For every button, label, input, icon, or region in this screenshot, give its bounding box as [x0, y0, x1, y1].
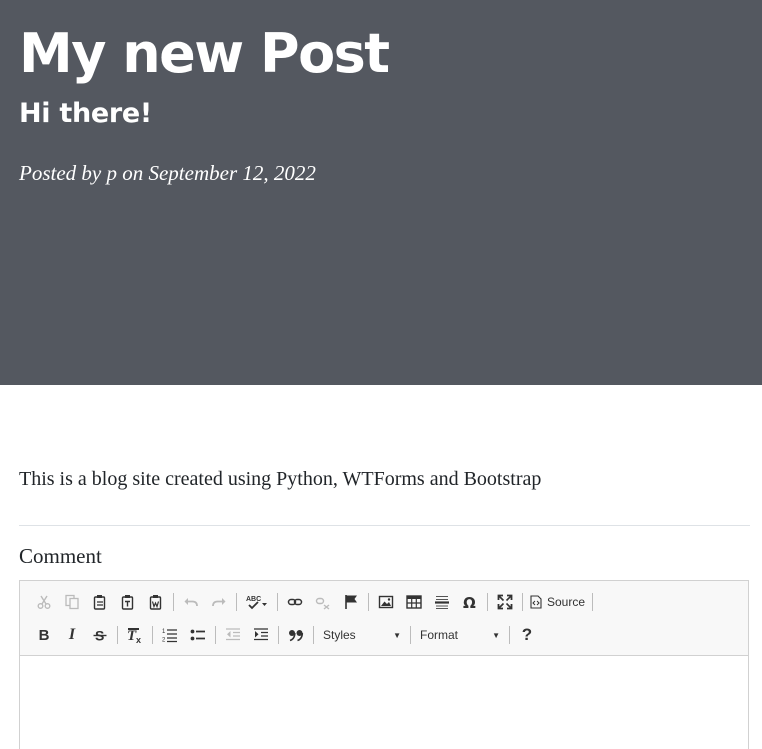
bold-button[interactable]: B [30, 622, 58, 648]
numbered-list-icon: 12 [162, 629, 177, 644]
comment-label: Comment [19, 544, 102, 568]
outdent-icon [226, 628, 240, 641]
toolbar-separator [487, 593, 488, 611]
bold-icon: B [38, 626, 50, 644]
toolbar-separator [410, 626, 411, 644]
svg-text:x: x [136, 635, 141, 643]
source-icon [530, 595, 542, 609]
svg-text:Ω: Ω [463, 594, 476, 610]
post-subtitle: Hi there! [19, 98, 152, 129]
toolbar-separator [173, 593, 174, 611]
post-body: This is a blog site created using Python… [19, 468, 542, 490]
toolbar-separator [277, 593, 278, 611]
toolbar-separator [152, 626, 153, 644]
svg-text:ABC: ABC [246, 596, 261, 603]
copy-icon [65, 594, 79, 610]
styles-label: Styles [323, 628, 356, 642]
numbered-list-button[interactable]: 12 [156, 622, 184, 648]
remove-format-button[interactable]: Tx [121, 622, 149, 648]
bulleted-list-button[interactable] [184, 622, 212, 648]
special-char-button[interactable]: Ω [456, 589, 484, 615]
indent-button[interactable] [247, 622, 275, 648]
toolbar-separator [592, 593, 594, 611]
maximize-icon [497, 594, 513, 610]
editor-toolbar: ABC Ω Source B I S Tx 12 Styles ▼ Format… [20, 581, 748, 656]
editor-content-area[interactable] [20, 656, 748, 749]
anchor-button[interactable] [337, 589, 365, 615]
styles-dropdown[interactable]: Styles ▼ [317, 623, 407, 647]
maximize-button[interactable] [491, 589, 519, 615]
spellcheck-icon: ABC [246, 596, 267, 610]
toolbar-separator [368, 593, 369, 611]
paste-from-word-icon [149, 595, 162, 610]
post-masthead: My new Post Hi there! Posted by p on Sep… [0, 0, 762, 385]
cut-icon [37, 595, 51, 609]
paste-icon [93, 595, 106, 610]
strike-button[interactable]: S [86, 622, 114, 648]
toolbar-row-1: ABC Ω Source [30, 588, 596, 616]
cut-button[interactable] [30, 589, 58, 615]
divider [19, 525, 750, 526]
undo-button[interactable] [177, 589, 205, 615]
toolbar-row-2: B I S Tx 12 Styles ▼ Format ▼ ? [30, 621, 541, 649]
redo-icon [212, 598, 226, 607]
post-meta: Posted by p on September 12, 2022 [19, 161, 316, 185]
paste-button[interactable] [86, 589, 114, 615]
post-title: My new Post [19, 22, 390, 85]
horizontal-rule-icon [435, 596, 449, 609]
undo-icon [184, 598, 198, 607]
link-icon [287, 598, 303, 606]
format-dropdown[interactable]: Format ▼ [414, 623, 506, 647]
paste-text-button[interactable] [114, 589, 142, 615]
redo-button[interactable] [205, 589, 233, 615]
image-button[interactable] [372, 589, 400, 615]
horizontal-rule-button[interactable] [428, 589, 456, 615]
unlink-button[interactable] [309, 589, 337, 615]
toolbar-separator [236, 593, 237, 611]
paste-from-word-button[interactable] [142, 589, 170, 615]
italic-icon: I [68, 626, 76, 643]
remove-format-icon: Tx [127, 628, 141, 643]
help-button[interactable]: ? [513, 622, 541, 648]
chevron-down-icon: ▼ [492, 630, 500, 640]
toolbar-separator [117, 626, 118, 644]
outdent-button[interactable] [219, 622, 247, 648]
copy-button[interactable] [58, 589, 86, 615]
toolbar-separator [522, 593, 523, 611]
anchor-icon [345, 595, 357, 609]
blockquote-icon [289, 630, 304, 642]
svg-text:2: 2 [162, 638, 166, 644]
comment-editor: ABC Ω Source B I S Tx 12 Styles ▼ Format… [19, 580, 749, 749]
toolbar-separator [509, 626, 510, 644]
spellcheck-button[interactable]: ABC [240, 589, 274, 615]
source-button[interactable]: Source [526, 589, 589, 615]
format-label: Format [420, 628, 459, 642]
svg-text:1: 1 [162, 629, 166, 635]
indent-icon [254, 628, 268, 641]
toolbar-separator [278, 626, 279, 644]
source-label: Source [547, 595, 586, 609]
help-icon: ? [521, 625, 533, 644]
special-char-icon: Ω [463, 594, 476, 610]
link-button[interactable] [281, 589, 309, 615]
table-icon [406, 595, 422, 609]
strike-icon: S [93, 628, 107, 643]
table-button[interactable] [400, 589, 428, 615]
bulleted-list-icon [190, 629, 205, 641]
toolbar-separator [313, 626, 314, 644]
toolbar-separator [215, 626, 216, 644]
chevron-down-icon: ▼ [393, 630, 401, 640]
image-icon [378, 595, 394, 609]
unlink-icon [315, 597, 330, 610]
blockquote-button[interactable] [282, 622, 310, 648]
paste-text-icon [121, 595, 134, 610]
italic-button[interactable]: I [58, 622, 86, 648]
